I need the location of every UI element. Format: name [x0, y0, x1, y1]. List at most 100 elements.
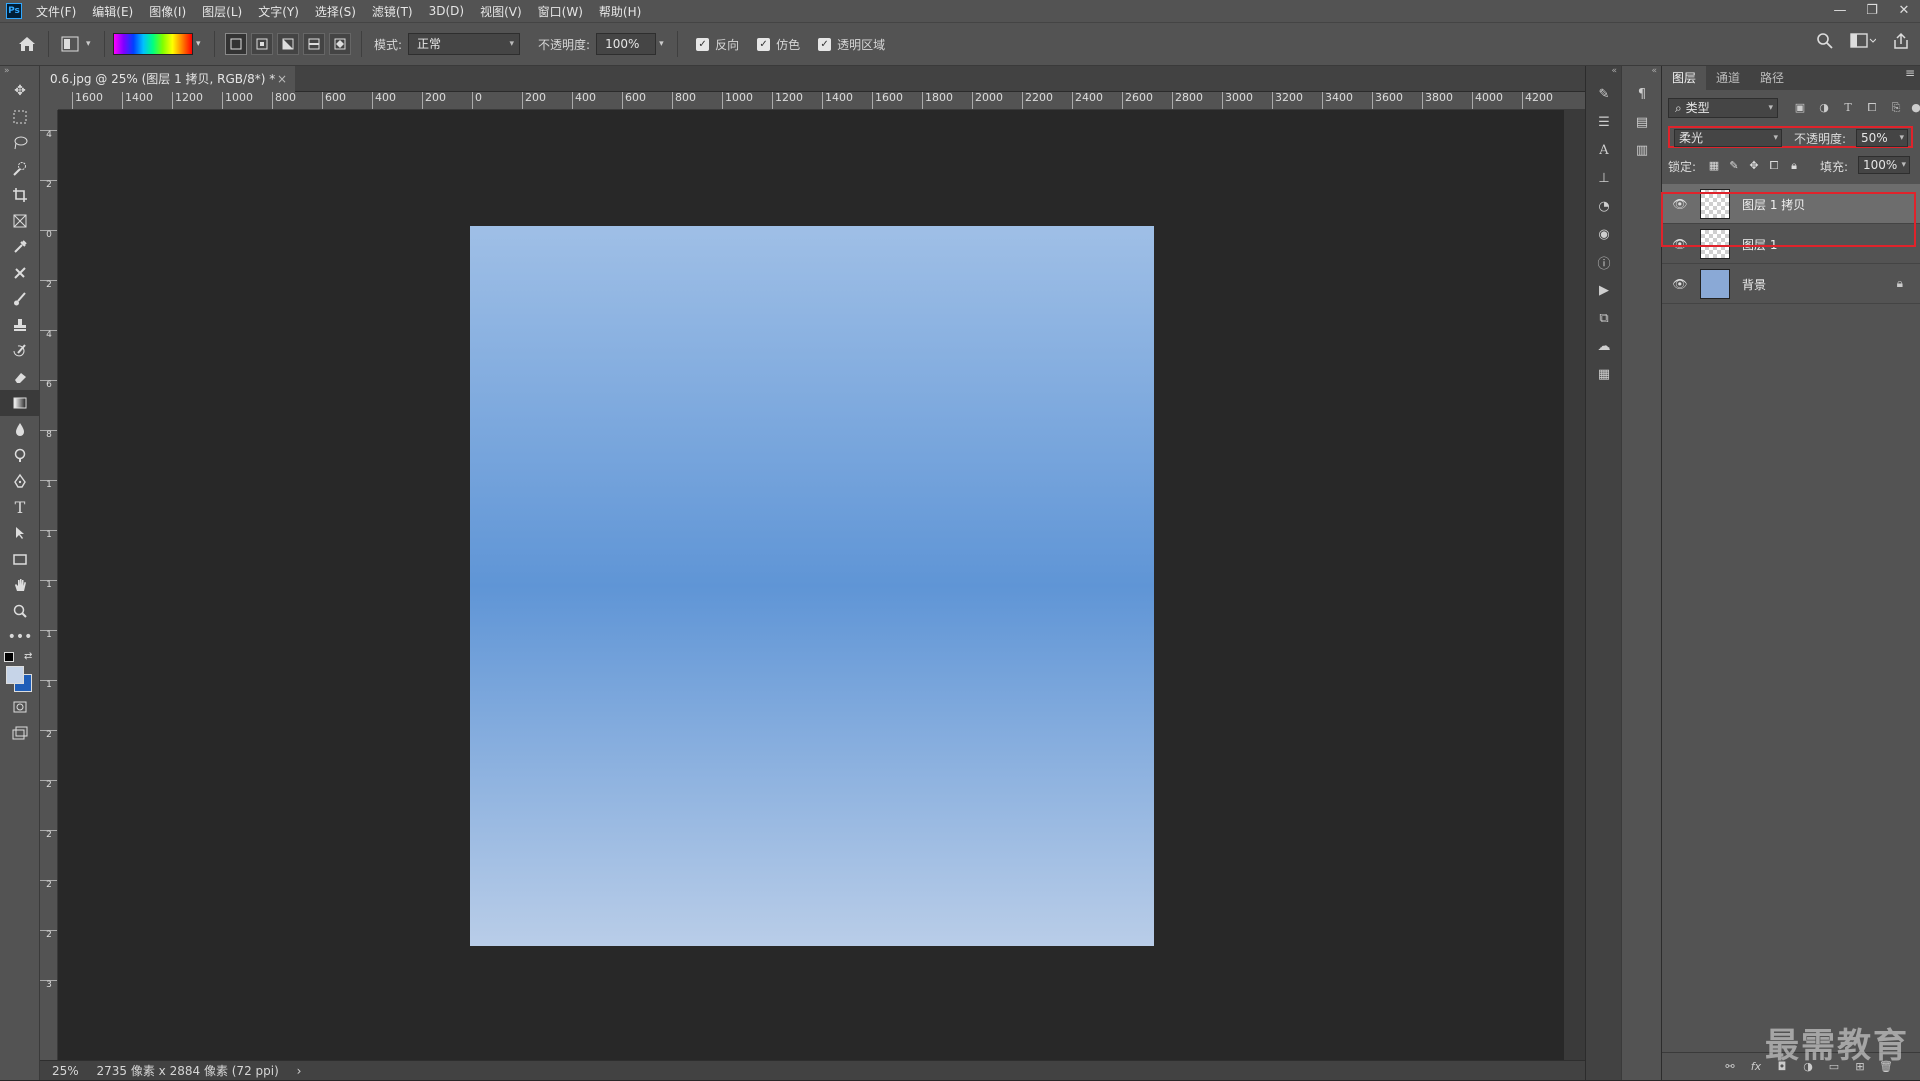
blur-tool-icon[interactable]: [0, 416, 40, 442]
properties-icon[interactable]: ⧉: [1586, 304, 1622, 332]
lock-transparent-icon[interactable]: ▦: [1706, 158, 1722, 174]
fx-icon[interactable]: fx: [1748, 1059, 1764, 1075]
preset-dropdown-icon[interactable]: ▾: [86, 39, 96, 49]
layer-filter-select[interactable]: ⌕ 类型 ▾: [1668, 98, 1778, 118]
crop-tool-icon[interactable]: [0, 182, 40, 208]
search-icon[interactable]: [1816, 32, 1834, 50]
share-icon[interactable]: [1892, 32, 1910, 50]
paragraph-icon[interactable]: ¶: [1622, 80, 1662, 108]
menu-view[interactable]: 视图(V): [472, 3, 530, 20]
menu-type[interactable]: 文字(Y): [250, 3, 307, 20]
horizontal-ruler[interactable]: 1600 1400 1200 1000 800 600 400 200 0 20…: [58, 92, 1585, 110]
lock-artboard-icon[interactable]: ⧠: [1766, 158, 1782, 174]
menu-file[interactable]: 文件(F): [28, 3, 84, 20]
mode-select[interactable]: 正常 ▾: [408, 33, 521, 55]
shape-filter-icon[interactable]: ⧠: [1862, 98, 1882, 118]
dodge-tool-icon[interactable]: [0, 442, 40, 468]
smart-object-filter-icon[interactable]: ⎘: [1886, 98, 1906, 118]
diamond-gradient-icon[interactable]: [329, 33, 351, 55]
lock-all-icon[interactable]: 🔒︎: [1786, 158, 1802, 174]
opacity-dropdown-icon[interactable]: ▾: [659, 39, 669, 49]
lasso-tool-icon[interactable]: [0, 130, 40, 156]
document-tab[interactable]: 0.6.jpg @ 25% (图层 1 拷贝, RGB/8*) * ×: [40, 66, 295, 92]
brush-settings-icon[interactable]: ✎: [1586, 80, 1622, 108]
hand-tool-icon[interactable]: [0, 572, 40, 598]
menu-edit[interactable]: 编辑(E): [84, 3, 141, 20]
type-filter-icon[interactable]: T: [1838, 98, 1858, 118]
eye-icon[interactable]: 👁︎: [1672, 276, 1688, 292]
screen-mode-icon[interactable]: [0, 720, 40, 746]
blend-mode-select[interactable]: 柔光 ▾: [1674, 129, 1782, 147]
gradient-tool-icon[interactable]: [0, 390, 40, 416]
tab-paths[interactable]: 路径: [1750, 66, 1794, 90]
gradient-tool-preset-icon[interactable]: [57, 31, 83, 57]
libraries-icon[interactable]: ▤: [1622, 108, 1662, 136]
zoom-level[interactable]: 25%: [52, 1064, 79, 1078]
history-brush-tool-icon[interactable]: [0, 338, 40, 364]
actions-icon[interactable]: ▶: [1586, 276, 1622, 304]
home-icon[interactable]: [14, 31, 40, 57]
workspace-icon[interactable]: [1850, 32, 1876, 50]
brush-tool-icon[interactable]: [0, 286, 40, 312]
tab-layers[interactable]: 图层: [1662, 66, 1707, 90]
reflected-gradient-icon[interactable]: [303, 33, 325, 55]
angle-gradient-icon[interactable]: [277, 33, 299, 55]
path-select-tool-icon[interactable]: [0, 520, 40, 546]
menu-select[interactable]: 选择(S): [307, 3, 364, 20]
vertical-scrollbar[interactable]: [1564, 110, 1585, 1060]
tab-channels[interactable]: 通道: [1706, 66, 1750, 90]
swap-colors-icon[interactable]: ⇄: [24, 652, 36, 662]
link-layers-icon[interactable]: ⚯: [1722, 1059, 1738, 1075]
move-tool-icon[interactable]: ✥: [0, 78, 40, 104]
default-colors-icon[interactable]: [4, 652, 14, 662]
info-icon[interactable]: ⓘ: [1586, 248, 1622, 276]
gradient-swatch[interactable]: [113, 33, 193, 55]
menu-filter[interactable]: 滤镜(T): [364, 3, 421, 20]
notes-icon[interactable]: ▥: [1622, 136, 1662, 164]
transparency-checkbox[interactable]: ✓: [818, 37, 832, 51]
linear-gradient-icon[interactable]: [225, 33, 247, 55]
reverse-checkbox[interactable]: ✓: [696, 37, 710, 51]
panel-menu-icon[interactable]: ≡: [1905, 66, 1915, 80]
menu-image[interactable]: 图像(I): [141, 3, 194, 20]
dither-checkbox[interactable]: ✓: [757, 37, 771, 51]
marquee-tool-icon[interactable]: [0, 104, 40, 130]
healing-brush-tool-icon[interactable]: [0, 260, 40, 286]
frame-tool-icon[interactable]: [0, 208, 40, 234]
quick-mask-icon[interactable]: [0, 694, 40, 720]
ruler-corner[interactable]: [40, 92, 58, 110]
zoom-tool-icon[interactable]: [0, 598, 40, 624]
collapse-icon[interactable]: »: [0, 66, 39, 78]
menu-3d[interactable]: 3D(D): [421, 4, 472, 18]
minimize-button[interactable]: —: [1824, 0, 1856, 22]
document-canvas[interactable]: [470, 226, 1154, 946]
radial-gradient-icon[interactable]: [251, 33, 273, 55]
type-tool-icon[interactable]: T: [0, 494, 40, 520]
adjustments-icon[interactable]: ☰: [1586, 108, 1622, 136]
restore-button[interactable]: ❐: [1856, 0, 1888, 22]
pixel-filter-icon[interactable]: ▣: [1790, 98, 1810, 118]
clone-source-icon[interactable]: ⊥: [1586, 164, 1622, 192]
filter-toggle-icon[interactable]: ●: [1906, 98, 1920, 118]
lock-image-icon[interactable]: ✎: [1726, 158, 1742, 174]
3d-icon[interactable]: ◉: [1586, 220, 1622, 248]
more-tools-icon[interactable]: •••: [0, 624, 40, 650]
foreground-color-swatch[interactable]: [6, 666, 24, 684]
eraser-tool-icon[interactable]: [0, 364, 40, 390]
vertical-ruler[interactable]: 4 2 0 2 4 6 8 1 1 1 1 1 2 2 2 2 2 3: [40, 110, 58, 1060]
menu-window[interactable]: 窗口(W): [530, 3, 591, 20]
rectangle-tool-icon[interactable]: [0, 546, 40, 572]
status-arrow-icon[interactable]: ›: [297, 1064, 302, 1078]
table-icon[interactable]: ▦: [1586, 360, 1622, 388]
eyedropper-tool-icon[interactable]: [0, 234, 40, 260]
adjustment-filter-icon[interactable]: ◑: [1814, 98, 1834, 118]
history-icon[interactable]: ◔: [1586, 192, 1622, 220]
close-button[interactable]: ✕: [1888, 0, 1920, 22]
opacity-input[interactable]: 100%: [596, 33, 657, 55]
gradient-dropdown-icon[interactable]: ▾: [196, 39, 206, 49]
lock-position-icon[interactable]: ✥: [1746, 158, 1762, 174]
pen-tool-icon[interactable]: [0, 468, 40, 494]
collapse-icon[interactable]: «: [1622, 66, 1661, 80]
fill-input[interactable]: 100% ▾: [1858, 156, 1910, 174]
quick-select-tool-icon[interactable]: [0, 156, 40, 182]
